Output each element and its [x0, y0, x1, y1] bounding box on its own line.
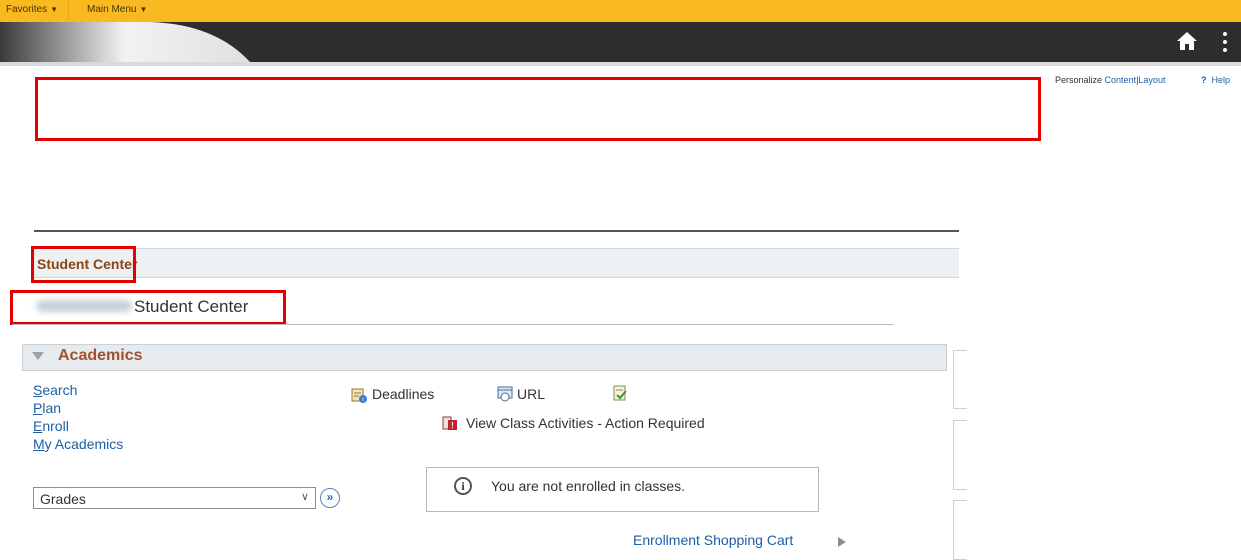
chevron-down-icon: ∨ — [300, 491, 309, 503]
checklist-icon[interactable] — [612, 385, 628, 401]
annotation-box-banner — [31, 246, 136, 283]
side-panel-fragment — [953, 350, 967, 409]
arrow-right-icon[interactable] — [838, 537, 846, 547]
side-panel-fragment — [953, 420, 967, 490]
enrollment-shopping-cart-link[interactable]: Enrollment Shopping Cart — [633, 532, 793, 548]
side-panel-fragment — [953, 500, 967, 560]
top-menu-bar — [0, 0, 1241, 22]
personalize-links: Personalize Content|Layout — [1055, 75, 1165, 85]
favorites-menu[interactable]: Favorites ▼ — [6, 4, 58, 15]
main-menu-label: Main Menu — [87, 4, 137, 15]
help-icon: ? — [1201, 75, 1207, 85]
class-activities-icon: ! — [442, 416, 457, 430]
logo-swoosh — [0, 22, 250, 62]
home-icon[interactable] — [1176, 30, 1198, 52]
svg-text:!: ! — [451, 421, 454, 430]
header-underline — [0, 62, 1241, 66]
personalize-content-link[interactable]: Content — [1105, 75, 1137, 85]
academics-select[interactable]: Grades ∨ — [33, 487, 316, 509]
student-center-banner — [34, 248, 959, 278]
academics-header[interactable] — [22, 344, 947, 371]
menu-divider — [68, 2, 69, 20]
class-activities-link[interactable]: View Class Activities - Action Required — [466, 415, 705, 431]
collapse-caret-icon[interactable] — [32, 352, 44, 360]
url-link[interactable]: URL — [517, 386, 545, 402]
chevron-down-icon: ▼ — [139, 5, 148, 14]
info-message-text: You are not enrolled in classes. — [491, 478, 686, 494]
personalize-layout-link[interactable]: Layout — [1138, 75, 1165, 85]
help-label: Help — [1211, 75, 1231, 85]
chevron-down-icon: ▼ — [50, 5, 59, 14]
go-button[interactable]: » — [320, 488, 340, 508]
url-icon — [497, 386, 513, 402]
academics-title: Academics — [58, 347, 143, 364]
annotation-box-top — [35, 77, 1041, 141]
info-icon: i — [454, 477, 472, 495]
search-link[interactable]: Search — [33, 382, 77, 398]
favorites-label: Favorites — [6, 4, 48, 15]
select-value: Grades — [40, 491, 86, 507]
svg-text:i: i — [362, 398, 363, 404]
kebab-icon[interactable] — [1218, 30, 1232, 54]
deadlines-icon: i — [351, 388, 367, 404]
title-underline — [12, 324, 894, 325]
page-divider — [34, 230, 959, 232]
help-link[interactable]: ? Help — [1201, 75, 1230, 85]
main-menu[interactable]: Main Menu ▼ — [87, 4, 147, 15]
enroll-link[interactable]: Enroll — [33, 418, 69, 434]
deadlines-link[interactable]: Deadlines — [372, 386, 434, 402]
personalize-label: Personalize — [1055, 75, 1103, 85]
annotation-box-title — [10, 290, 286, 325]
plan-link[interactable]: Plan — [33, 400, 61, 416]
my-academics-link[interactable]: My Academics — [33, 436, 123, 452]
